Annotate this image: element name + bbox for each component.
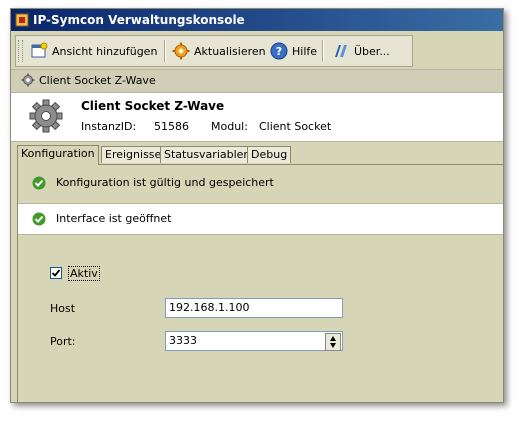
add-view-button[interactable]: Ansicht hinzufügen [26, 38, 161, 64]
host-input[interactable]: 192.168.1.100 [165, 298, 343, 318]
about-label: Über... [354, 44, 390, 58]
breadcrumb-label: Client Socket Z-Wave [39, 74, 156, 87]
config-status: Konfiguration ist gültig und gespeichert [18, 173, 503, 193]
toolbar-grip[interactable] [18, 40, 23, 62]
instance-name: Client Socket Z-Wave [81, 99, 225, 113]
svg-text:?: ? [276, 45, 282, 58]
port-spin-buttons[interactable] [325, 333, 341, 351]
spin-arrows-icon [330, 336, 336, 348]
about-logo-icon [335, 45, 347, 57]
instance-id-label: InstanzID: [81, 120, 137, 133]
tab-statusvariablen[interactable]: Statusvariablen [160, 146, 255, 163]
check-ok-icon [32, 212, 46, 226]
app-icon [15, 13, 29, 27]
tab-konfiguration[interactable]: Konfiguration [17, 145, 99, 165]
help-icon: ? [270, 42, 288, 60]
add-view-icon [31, 42, 48, 58]
tab-ereignisse[interactable]: Ereignisse [101, 146, 166, 163]
instance-header: Client Socket Z-Wave InstanzID: 51586 Mo… [11, 93, 503, 142]
module-value: Client Socket [259, 120, 332, 133]
breadcrumb: Client Socket Z-Wave [11, 69, 503, 93]
tab-strip: Konfiguration Ereignisse Statusvariablen… [17, 145, 503, 165]
instance-gear-icon [21, 73, 35, 87]
port-label: Port: [50, 335, 76, 348]
about-button[interactable]: Über... [328, 38, 394, 64]
help-label: Hilfe [292, 44, 318, 58]
toolbar-separator [164, 40, 166, 62]
add-view-label: Ansicht hinzufügen [52, 44, 158, 58]
active-label[interactable]: Aktiv [68, 266, 100, 281]
port-value: 3333 [169, 334, 197, 347]
port-spinbox[interactable]: 3333 [165, 331, 343, 351]
host-label: Host [50, 302, 76, 315]
help-button[interactable]: ? Hilfe [266, 38, 321, 64]
toolbar: Ansicht hinzufügen Aktualisieren ? Hilfe [15, 35, 413, 67]
active-checkbox[interactable] [50, 267, 62, 279]
module-label: Modul: [211, 120, 248, 133]
refresh-gear-icon [172, 42, 190, 60]
check-ok-icon [32, 176, 46, 190]
interface-status-text: Interface ist geöffnet [56, 212, 172, 225]
checkmark-icon [51, 269, 61, 277]
tab-debug[interactable]: Debug [247, 146, 292, 163]
interface-status: Interface ist geöffnet [18, 203, 503, 235]
title-bar: IP-Symcon Verwaltungskonsole [11, 9, 503, 31]
refresh-button[interactable]: Aktualisieren [168, 38, 270, 64]
app-window: IP-Symcon Verwaltungskonsole Ansicht hin… [10, 8, 504, 403]
refresh-label: Aktualisieren [194, 44, 266, 58]
instance-gear-icon [29, 99, 63, 133]
toolbar-separator [322, 40, 324, 62]
configuration-panel: Konfiguration ist gültig und gespeichert… [17, 164, 503, 402]
config-status-text: Konfiguration ist gültig und gespeichert [56, 176, 274, 189]
instance-id-value: 51586 [154, 120, 189, 133]
window-title: IP-Symcon Verwaltungskonsole [33, 13, 245, 27]
